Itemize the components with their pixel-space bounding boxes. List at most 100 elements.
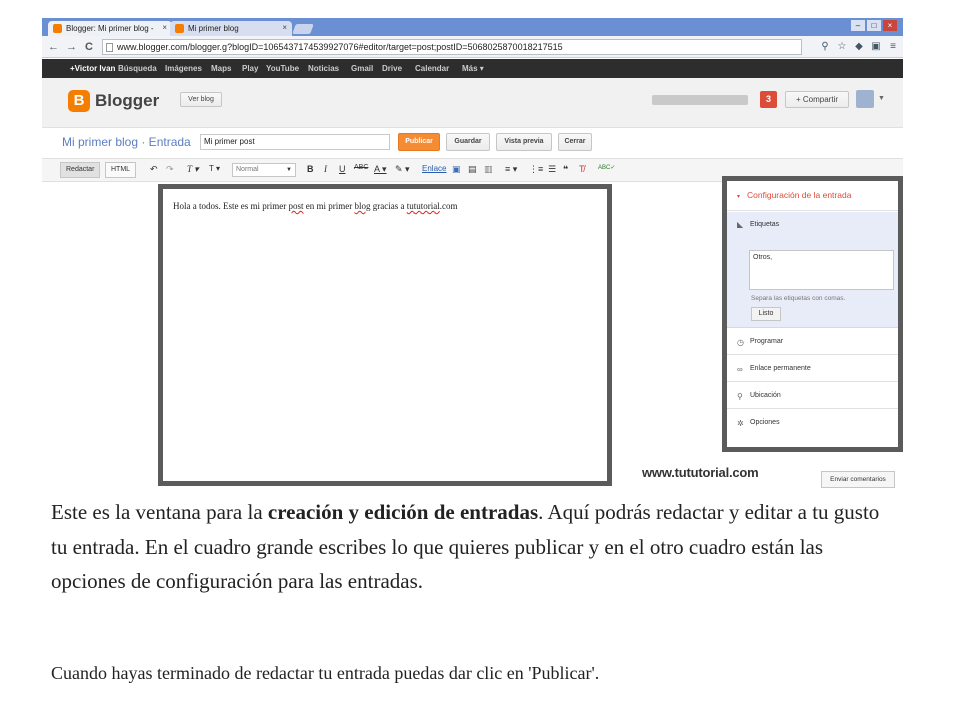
send-feedback-button[interactable]: Enviar comentarios — [821, 471, 895, 488]
google-bar-item[interactable]: +Victor Ivan — [70, 64, 115, 73]
quote-icon[interactable]: ❝ — [563, 164, 568, 175]
google-bar-item[interactable]: Calendar — [415, 64, 449, 73]
tab-label: Mi primer blog — [188, 24, 239, 33]
avatar[interactable] — [856, 90, 874, 108]
bold-icon[interactable]: B — [307, 164, 314, 174]
close-window-icon[interactable]: × — [883, 20, 897, 31]
chevron-down-icon: ▾ — [737, 194, 741, 200]
toolbar-icons: ⚲ ☆ ◆ ▣ ≡ — [819, 40, 899, 53]
screenshot: Blogger: Mi primer blog - × Mi primer bl… — [42, 18, 903, 488]
labels-help-text: Separa las etiquetas con comas. — [751, 295, 846, 302]
strikethrough-icon[interactable]: ABC — [354, 164, 368, 171]
browser-tab-blog[interactable]: Mi primer blog × — [170, 21, 292, 36]
align-icon[interactable]: ≡ ▾ — [505, 164, 517, 175]
undo-icon[interactable]: ↶ — [150, 164, 158, 175]
tab-compose[interactable]: Redactar — [60, 162, 101, 178]
video-icon[interactable]: ▤ — [468, 164, 477, 175]
blogger-header: B Blogger Ver blog 3 + Compartir ▼ — [42, 78, 903, 128]
settings-section-label: Programar — [750, 338, 784, 345]
link-icon: ∞ — [737, 365, 743, 374]
format-select[interactable]: Normal ▼ — [232, 163, 296, 177]
google-bar-item[interactable]: Más ▾ — [462, 64, 484, 73]
google-bar-item[interactable]: Noticias — [308, 64, 339, 73]
google-bar-item[interactable]: Gmail — [351, 64, 373, 73]
tab-html[interactable]: HTML — [105, 162, 137, 178]
highlight-icon[interactable]: ✎ ▾ — [395, 164, 410, 175]
google-bar-item[interactable]: Imágenes — [165, 64, 202, 73]
chevron-down-icon[interactable]: ▼ — [878, 95, 885, 102]
preview-button[interactable]: Vista previa — [496, 133, 552, 151]
format-select-value: Normal — [236, 166, 259, 173]
labels-input[interactable]: Otros, — [749, 250, 894, 290]
post-settings-panel: ▾ Configuración de la entrada ◣ Etiqueta… — [722, 176, 903, 452]
window-controls: – □ × — [851, 20, 897, 31]
gear-icon: ✲ — [737, 419, 744, 428]
settings-section-options[interactable]: ✲ Opciones — [727, 410, 898, 436]
browser-toolbar: ← → C www.blogger.com/blogger.g?blogID=1… — [42, 36, 903, 58]
italic-icon[interactable]: I — [324, 164, 327, 174]
post-settings-header[interactable]: ▾ Configuración de la entrada — [727, 181, 898, 211]
view-blog-button[interactable]: Ver blog — [180, 92, 222, 107]
extension-icon[interactable]: ◆ — [853, 40, 865, 53]
redo-icon[interactable]: ↷ — [166, 164, 174, 175]
google-bar-item[interactable]: Play — [242, 64, 258, 73]
tab-close-icon[interactable]: × — [282, 23, 287, 32]
save-button[interactable]: Guardar — [446, 133, 490, 151]
chevron-down-icon: ▼ — [286, 167, 292, 173]
font-family-icon[interactable]: T ▾ — [187, 164, 199, 175]
link-button[interactable]: Enlace — [422, 164, 446, 173]
google-bar-item[interactable]: Drive — [382, 64, 402, 73]
google-bar-item[interactable]: YouTube — [266, 64, 299, 73]
blogger-brand[interactable]: Blogger — [95, 91, 159, 111]
new-tab-button[interactable] — [292, 24, 314, 34]
maximize-icon[interactable]: □ — [867, 20, 881, 31]
underline-icon[interactable]: U — [339, 164, 346, 174]
blogger-logo-icon[interactable]: B — [68, 90, 90, 112]
clear-format-icon[interactable]: T̸ — [579, 164, 585, 174]
caption-paragraph-2: Cuando hayas terminado de redactar tu en… — [51, 663, 600, 683]
google-bar-item[interactable]: Búsqueda — [118, 64, 157, 73]
reload-icon[interactable]: C — [85, 41, 93, 53]
settings-section-location[interactable]: ⚲ Ubicación — [727, 383, 898, 409]
settings-section-permalink[interactable]: ∞ Enlace permanente — [727, 356, 898, 382]
labels-title[interactable]: Etiquetas — [750, 221, 779, 228]
search-icon[interactable]: ⚲ — [819, 40, 831, 53]
numbered-list-icon[interactable]: ⋮≡ — [529, 164, 543, 175]
post-title-input[interactable]: Mi primer post — [200, 134, 390, 150]
blogger-favicon-icon — [53, 24, 62, 33]
post-title-row: Mi primer blog · Entrada Mi primer post … — [42, 129, 903, 156]
tab-close-icon[interactable]: × — [162, 23, 167, 32]
settings-section-schedule[interactable]: ◷ Programar — [727, 329, 898, 355]
bullet-list-icon[interactable]: ☰ — [548, 164, 556, 175]
browser-tab-strip: Blogger: Mi primer blog - × Mi primer bl… — [42, 18, 903, 36]
done-button[interactable]: Listo — [751, 307, 781, 321]
blurred-user-name — [652, 95, 748, 105]
star-icon[interactable]: ☆ — [836, 40, 848, 53]
back-arrow-icon[interactable]: ← — [48, 41, 59, 53]
address-bar[interactable]: www.blogger.com/blogger.g?blogID=1065437… — [102, 39, 802, 55]
forward-arrow-icon[interactable]: → — [66, 41, 77, 53]
browser-tab-blogger[interactable]: Blogger: Mi primer blog - × — [48, 21, 172, 36]
google-bar-item[interactable]: Maps — [211, 64, 231, 73]
notification-badge[interactable]: 3 — [760, 91, 777, 108]
publish-button[interactable]: Publicar — [398, 133, 440, 151]
share-button[interactable]: + Compartir — [785, 91, 849, 108]
close-post-button[interactable]: Cerrar — [558, 133, 592, 151]
settings-section-label: Opciones — [750, 419, 780, 426]
spellcheck-icon[interactable]: ABC✓ — [598, 164, 615, 171]
page-icon — [106, 43, 113, 52]
watermark: www.tututorial.com — [642, 465, 759, 480]
image-icon[interactable]: ▣ — [452, 164, 461, 175]
settings-section-label: Ubicación — [750, 392, 781, 399]
post-body-editor[interactable]: Hola a todos. Este es mi primer post en … — [158, 184, 612, 486]
font-size-icon[interactable]: T ▾ — [209, 164, 220, 173]
minimize-icon[interactable]: – — [851, 20, 865, 31]
menu-icon[interactable]: ≡ — [887, 40, 899, 53]
settings-section-label: Enlace permanente — [750, 365, 811, 372]
tag-icon: ◣ — [737, 220, 744, 229]
clock-icon: ◷ — [737, 338, 744, 347]
labels-section: ◣ Etiquetas Otros, Separa las etiquetas … — [727, 212, 898, 328]
cast-icon[interactable]: ▣ — [870, 40, 882, 53]
jump-break-icon[interactable]: ▥ — [484, 164, 493, 175]
text-color-icon[interactable]: A ▾ — [374, 164, 387, 175]
